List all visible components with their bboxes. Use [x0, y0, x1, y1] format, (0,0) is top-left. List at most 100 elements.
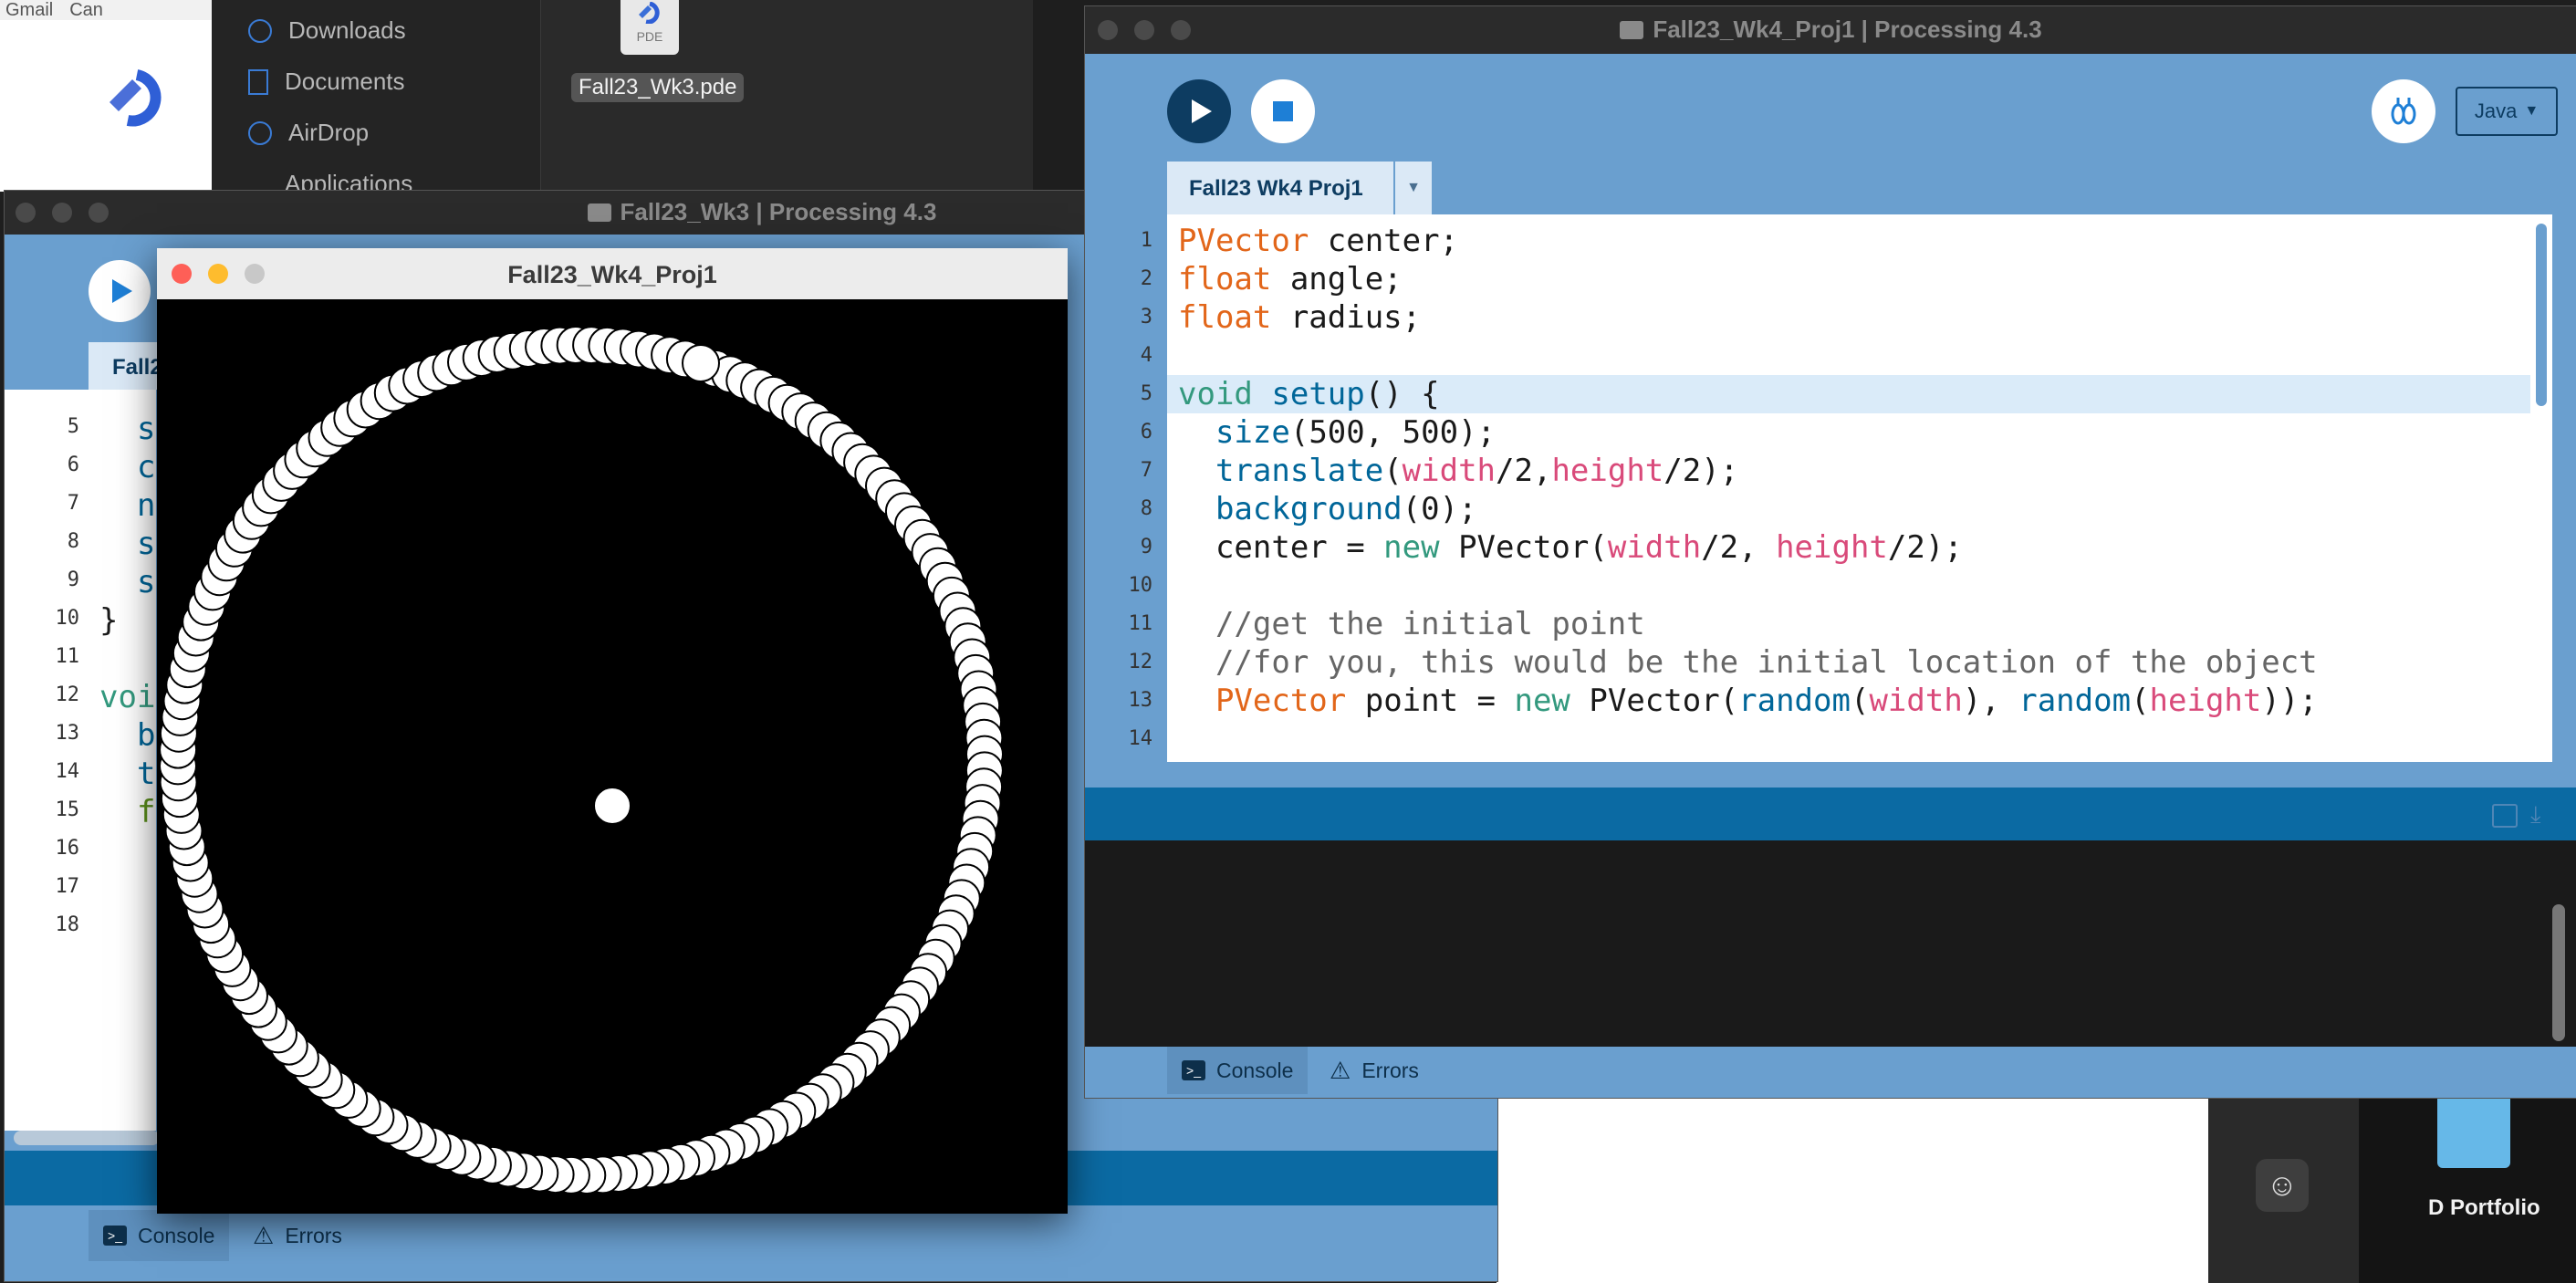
code-line-3: float radius; — [1178, 299, 1422, 336]
wk3-code-line: c — [99, 449, 156, 485]
code-editor[interactable]: PVector center; float angle; float radiu… — [1167, 214, 2530, 762]
wk3-editor-tab[interactable]: Fall2 — [89, 342, 162, 390]
wk3-code-editor[interactable]: 5 s6 c7 n8 s9 s 10} 11 12 voi 13 b 14 t 15 f 16 1… — [5, 390, 156, 1131]
line-number: 3 — [1140, 306, 1152, 329]
sidebar-item-documents[interactable]: Documents — [248, 68, 405, 96]
debugger-icon — [2391, 98, 2416, 125]
canvas-tab[interactable]: Can — [69, 0, 103, 21]
line-number: 14 — [1128, 727, 1153, 750]
wk3-code-line: t — [99, 756, 156, 792]
wk3-errors-tab[interactable]: ⚠ Errors — [253, 1210, 342, 1261]
center-dot — [593, 787, 631, 825]
finder-window: Downloads Documents AirDrop Applications… — [212, 0, 1033, 197]
wk3-code-line: n — [99, 487, 156, 524]
airdrop-icon — [248, 120, 272, 145]
stop-icon — [1273, 101, 1293, 121]
wk3-code-line: } — [99, 602, 119, 639]
mode-selector[interactable]: Java ▼ — [2456, 87, 2558, 136]
line-number: 13 — [1128, 689, 1153, 712]
copy-console-icon[interactable] — [2492, 804, 2518, 828]
desktop-portfolio-label[interactable]: D Portfolio — [2428, 1195, 2540, 1221]
wk3-line-number: 7 — [67, 492, 79, 515]
code-line-9: center = new PVector(width/2, height/2); — [1178, 529, 1963, 566]
code-line-2: float angle; — [1178, 261, 1403, 297]
sidebar-item-airdrop[interactable]: AirDrop — [248, 119, 369, 147]
wk3-code-line: b — [99, 717, 156, 754]
line-number: 6 — [1140, 421, 1152, 443]
background-desktop: D Portfolio — [2359, 1086, 2576, 1283]
code-line-12: //for you, this would be the initial loc… — [1178, 644, 2318, 681]
document-icon — [248, 68, 268, 95]
wk3-scrollbar[interactable] — [14, 1131, 160, 1145]
code-line-13: PVector point = new PVector(random(width… — [1215, 683, 2318, 719]
smiley-icon[interactable]: ☺ — [2256, 1159, 2309, 1212]
wk3-code-line: s — [99, 526, 156, 562]
console-output[interactable] — [1085, 840, 2576, 1047]
wk3-line-number: 17 — [55, 875, 80, 898]
wk3-line-number: 16 — [55, 837, 80, 860]
wk3-console-tab[interactable]: >_ Console — [89, 1210, 230, 1261]
main-window: Fall23_Wk4_Proj1 | Processing 4.3 Java ▼… — [1084, 5, 2576, 1099]
folder-icon — [587, 203, 611, 222]
play-icon — [1192, 99, 1212, 123]
wk3-line-number: 10 — [55, 607, 80, 630]
processing-logo-icon — [639, 2, 660, 24]
browser-tab-bar: Gmail Can — [0, 0, 224, 20]
editor-scrollbar[interactable] — [2530, 214, 2552, 762]
main-title-bar: Fall23_Wk4_Proj1 | Processing 4.3 — [1085, 6, 2576, 54]
console-tab[interactable]: >_ Console — [1167, 1047, 1309, 1094]
code-line-6: size(500, 500); — [1215, 414, 1497, 451]
line-number: 8 — [1140, 497, 1152, 520]
console-tab-bar: >_ Console ⚠ Errors — [1085, 1047, 2576, 1098]
sketch-window-title: Fall23_Wk4_Proj1 — [507, 261, 717, 288]
wk3-line-number: 8 — [67, 530, 79, 553]
sketch-canvas[interactable] — [157, 299, 1068, 1214]
console-scrollbar[interactable] — [2552, 904, 2565, 1041]
chevron-down-icon: ▼ — [2524, 103, 2539, 119]
sidebar-item-downloads[interactable]: Downloads — [248, 16, 406, 45]
gmail-tab[interactable]: Gmail — [5, 0, 53, 21]
downloads-icon — [248, 18, 272, 43]
line-number: 12 — [1128, 651, 1153, 673]
line-number: 5 — [1140, 382, 1152, 405]
tab-menu-button[interactable]: ▼ — [1395, 162, 1432, 214]
code-line-8: background(0); — [1215, 491, 1477, 527]
line-number: 1 — [1140, 229, 1152, 252]
background-dark-panel: ☺ — [2208, 1086, 2359, 1283]
terminal-icon: >_ — [1182, 1060, 1205, 1080]
debug-button[interactable] — [2372, 79, 2435, 143]
errors-tab[interactable]: ⚠ Errors — [1330, 1047, 1419, 1094]
tab-fall23-wk4-proj1[interactable]: Fall23 Wk4 Proj1 — [1167, 162, 1393, 214]
gutter: 1 2 3 4 5 6 7 8 9 10 11 12 13 14 — [1085, 214, 1167, 762]
wk3-code-line: f — [99, 794, 156, 830]
code-line-7: translate(width/2,height/2); — [1215, 453, 1739, 489]
stop-button[interactable] — [1251, 79, 1315, 143]
wk3-code-line: voi — [99, 679, 156, 715]
clear-console-icon[interactable]: ⤓ — [2530, 800, 2541, 829]
main-window-title: Fall23_Wk4_Proj1 | Processing 4.3 — [1085, 16, 2576, 44]
status-bar: ⤓ — [1085, 788, 2576, 840]
wk3-line-number: 6 — [67, 454, 79, 476]
wk3-code-line: s — [99, 411, 156, 447]
file-name-label[interactable]: Fall23_Wk3.pde — [571, 73, 745, 102]
code-line-5: void setup() { — [1178, 376, 1440, 412]
wk3-run-button[interactable] — [89, 260, 151, 322]
pde-file-icon[interactable]: PDE — [621, 0, 679, 55]
wk3-line-number: 9 — [67, 568, 79, 591]
terminal-icon: >_ — [103, 1226, 127, 1246]
code-line-11: //get the initial point — [1178, 606, 1645, 642]
line-number: 7 — [1140, 459, 1152, 482]
wk3-line-number: 11 — [55, 645, 80, 668]
wk3-console-area: >_ Console ⚠ Errors — [5, 1205, 1497, 1281]
line-number: 4 — [1140, 344, 1152, 367]
line-number: 9 — [1140, 536, 1152, 558]
run-button[interactable] — [1167, 79, 1231, 143]
app-logo-icon — [110, 69, 162, 127]
wk3-line-number: 18 — [55, 913, 80, 936]
code-line-1: PVector center; — [1178, 223, 1459, 259]
leading-circle — [682, 344, 720, 382]
wk3-line-number: 13 — [55, 722, 80, 745]
sketch-window: Fall23_Wk4_Proj1 — [157, 248, 1068, 1214]
editor-scroll-thumb[interactable] — [2536, 224, 2547, 406]
wk3-line-number: 5 — [67, 415, 79, 438]
